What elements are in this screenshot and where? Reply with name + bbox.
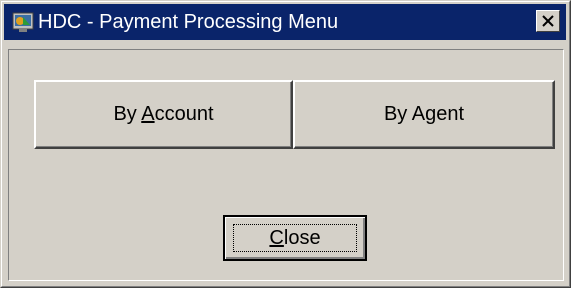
window-title: HDC - Payment Processing Menu <box>38 11 339 33</box>
app-icon <box>12 11 34 33</box>
dialog-window: HDC - Payment Processing Menu By Account… <box>0 0 571 288</box>
by-account-label: By Account <box>113 103 214 125</box>
by-account-button[interactable]: By Account <box>34 80 293 149</box>
close-icon <box>542 15 554 27</box>
by-account-mnemonic: A <box>141 103 155 125</box>
by-agent-label: By Agent <box>383 103 465 125</box>
title-bar[interactable]: HDC - Payment Processing Menu <box>4 4 566 40</box>
close-window-button[interactable] <box>536 10 560 32</box>
focus-indicator <box>233 224 357 252</box>
dialog-body: By Account By Agent Close <box>8 49 564 281</box>
by-agent-button[interactable]: By Agent <box>293 80 555 149</box>
close-button[interactable]: Close <box>223 215 367 261</box>
